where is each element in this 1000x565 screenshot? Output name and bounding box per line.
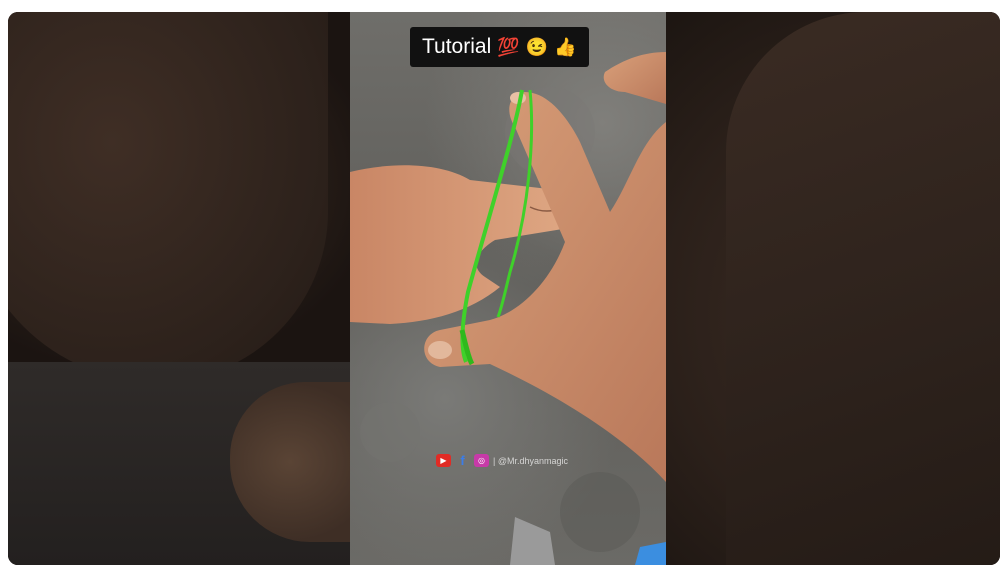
- facebook-icon: f: [460, 453, 465, 468]
- hundred-points-icon: 💯: [497, 37, 520, 57]
- instagram-icon: ◎: [474, 454, 489, 467]
- video-title: Tutorial: [422, 35, 492, 58]
- video-content[interactable]: Tutorial 💯 😉 👍 ▶ f ◎ | @Mr.dhyanmagic: [350, 12, 666, 565]
- video-title-overlay: Tutorial 💯 😉 👍: [410, 27, 589, 67]
- blurred-background-left: [8, 12, 350, 565]
- hand-illustration: [350, 52, 666, 565]
- blurred-background-right: [666, 12, 1000, 565]
- youtube-icon: ▶: [436, 454, 451, 467]
- channel-handle: | @Mr.dhyanmagic: [493, 455, 569, 466]
- winking-face-icon: 😉: [525, 37, 549, 57]
- channel-watermark: ▶ f ◎ | @Mr.dhyanmagic: [436, 453, 569, 468]
- thumbs-up-icon: 👍: [554, 37, 577, 57]
- video-frame[interactable]: Tutorial 💯 😉 👍 ▶ f ◎ | @Mr.dhyanmagic: [8, 12, 1000, 565]
